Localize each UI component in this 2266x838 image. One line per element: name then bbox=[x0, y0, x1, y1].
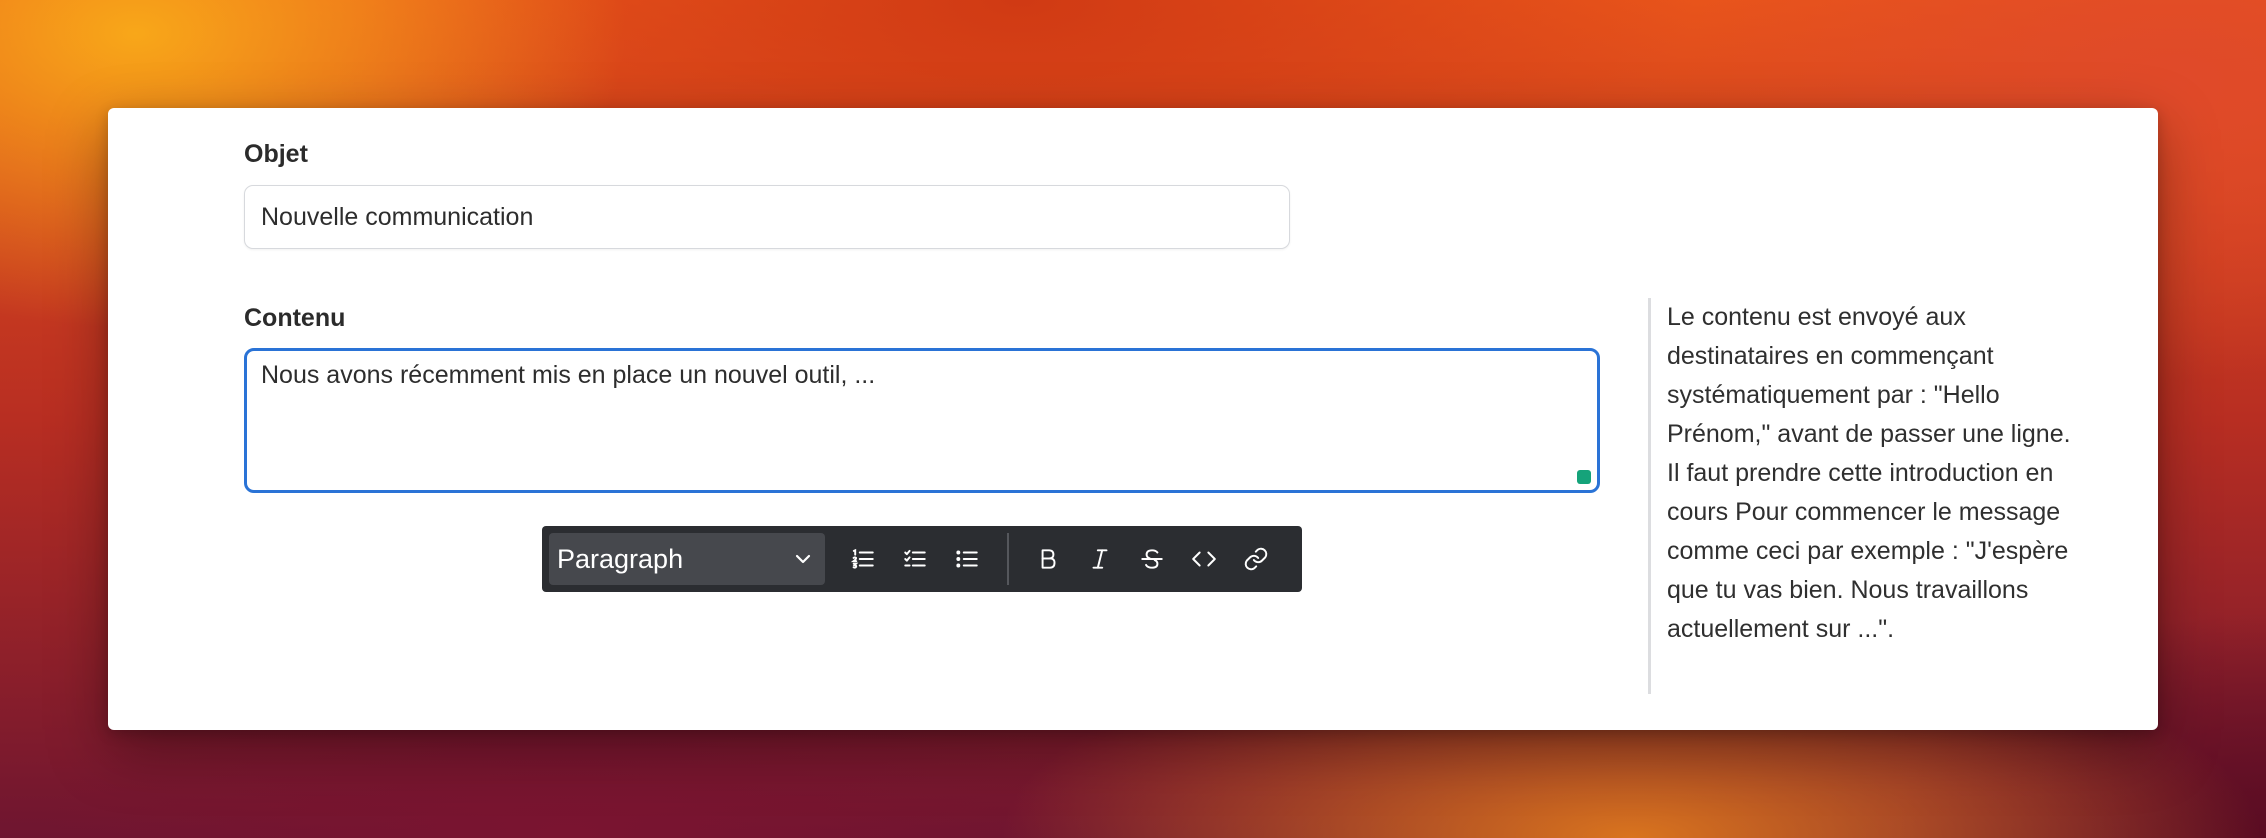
help-panel: Le contenu est envoyé aux destinataires … bbox=[1648, 298, 2078, 694]
link-icon bbox=[1244, 547, 1268, 571]
bullet-list-icon bbox=[956, 550, 978, 568]
contenu-text[interactable]: Nous avons récemment mis en place un nou… bbox=[261, 361, 875, 390]
code-icon bbox=[1192, 551, 1216, 567]
italic-button[interactable] bbox=[1074, 533, 1126, 585]
code-button[interactable] bbox=[1178, 533, 1230, 585]
bullet-list-button[interactable] bbox=[941, 533, 993, 585]
link-button[interactable] bbox=[1230, 533, 1282, 585]
checklist-icon bbox=[904, 549, 926, 567]
chevron-down-icon bbox=[795, 554, 811, 564]
form-card: Objet Contenu Nous avons récemment mis e… bbox=[108, 108, 2158, 730]
block-type-select[interactable]: Paragraph bbox=[549, 533, 825, 585]
grammar-check-icon[interactable] bbox=[1577, 470, 1591, 484]
strikethrough-button[interactable] bbox=[1126, 533, 1178, 585]
contenu-label: Contenu bbox=[244, 304, 346, 332]
bold-button[interactable] bbox=[1022, 533, 1074, 585]
contenu-editor[interactable]: Nous avons récemment mis en place un nou… bbox=[244, 348, 1600, 493]
italic-icon bbox=[1092, 549, 1108, 569]
formatting-toolbar: Paragraph bbox=[542, 526, 1302, 592]
ordered-list-icon bbox=[850, 548, 874, 569]
strikethrough-icon bbox=[1141, 549, 1163, 569]
objet-input[interactable] bbox=[244, 185, 1290, 249]
checklist-button[interactable] bbox=[889, 533, 941, 585]
bold-icon bbox=[1041, 549, 1056, 569]
block-type-label: Paragraph bbox=[557, 543, 684, 574]
help-text: Le contenu est envoyé aux destinataires … bbox=[1667, 303, 2071, 643]
ordered-list-button[interactable] bbox=[837, 533, 889, 585]
objet-label: Objet bbox=[244, 140, 308, 168]
toolbar-divider bbox=[1007, 533, 1009, 585]
